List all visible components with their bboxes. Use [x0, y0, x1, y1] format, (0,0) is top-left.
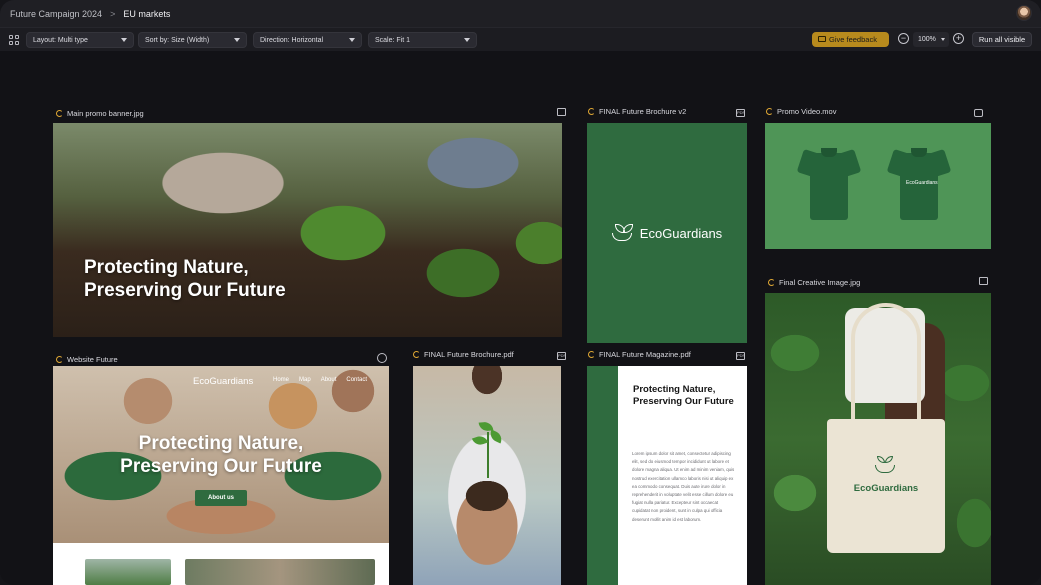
website-headline-line-1: Protecting Nature,: [138, 433, 304, 454]
status-progress-icon: [56, 356, 63, 363]
magazine-body-text: Lorem ipsum dolor sit amet, consectetur …: [632, 451, 735, 522]
asset-label-website[interactable]: Website Future: [56, 355, 118, 364]
website-brand: EcoGuardians: [171, 376, 253, 387]
asset-name: FINAL Future Brochure.pdf: [424, 350, 514, 359]
asset-name: Website Future: [67, 355, 118, 364]
zoom-in-button[interactable]: +: [953, 33, 964, 44]
asset-label-creative[interactable]: Final Creative Image.jpg: [768, 278, 860, 287]
direction-select[interactable]: Direction: Horizontal: [253, 32, 362, 48]
feedback-icon: [818, 36, 826, 42]
website-brand-name: EcoGuardians: [193, 376, 254, 387]
avatar[interactable]: [1016, 5, 1032, 21]
grid-view-icon[interactable]: [9, 35, 19, 45]
leaf-hand-icon: [611, 223, 634, 243]
website-headline: Protecting Nature, Preserving Our Future: [53, 432, 389, 478]
zoom-select[interactable]: 100%: [913, 32, 949, 47]
toolbar: Layout: Multi type Sort by: Size (Width)…: [0, 27, 1041, 51]
website-nav-contact: Contact: [346, 377, 368, 383]
website-nav: Home Map About Contact: [273, 377, 367, 383]
tote-brand-name: EcoGuardians: [853, 483, 919, 494]
website-nav-about: About: [320, 377, 337, 383]
scale-select[interactable]: Scale: Fit 1: [368, 32, 477, 48]
pdf-icon: PDF: [557, 352, 566, 360]
chevron-down-icon: [349, 38, 355, 42]
asset-website-preview[interactable]: EcoGuardians Home Map About Contact Prot…: [53, 366, 389, 585]
asset-video-preview[interactable]: EcoGuardians: [765, 123, 991, 249]
asset-brochure-pdf-preview[interactable]: [413, 366, 561, 585]
tote-bag: EcoGuardians: [827, 419, 945, 553]
website-thumbnail: [185, 559, 375, 585]
status-progress-icon: [588, 351, 595, 358]
website-nav-home: Home: [273, 377, 290, 383]
shirt-logo: EcoGuardians: [906, 180, 938, 186]
status-progress-icon: [766, 108, 773, 115]
video-camera-icon: [974, 109, 983, 117]
website-nav-map: Map: [299, 377, 311, 383]
image-icon: [979, 277, 988, 285]
give-feedback-button[interactable]: Give feedback: [812, 32, 889, 47]
asset-label-brochure-pdf[interactable]: FINAL Future Brochure.pdf: [413, 350, 514, 359]
banner-headline-line-2: Preserving Our Future: [84, 280, 286, 301]
leaf-hand-icon: [874, 455, 898, 477]
asset-name: Final Creative Image.jpg: [779, 278, 861, 287]
zoom-value: 100%: [918, 36, 936, 43]
layout-select[interactable]: Layout: Multi type: [26, 32, 134, 48]
website-headline-line-2: Preserving Our Future: [120, 456, 322, 477]
direction-select-label: Direction: Horizontal: [260, 36, 324, 44]
sort-select[interactable]: Sort by: Size (Width): [138, 32, 247, 48]
banner-headline-line-1: Protecting Nature,: [84, 257, 249, 278]
polo-shirt-back: [796, 145, 862, 220]
website-cta-button: About us: [195, 490, 247, 506]
chevron-down-icon: [464, 38, 470, 42]
breadcrumb-current[interactable]: EU markets: [123, 9, 170, 19]
pdf-icon: PDF: [736, 109, 745, 117]
tote-handle: [851, 303, 921, 433]
asset-name: FINAL Future Magazine.pdf: [599, 350, 691, 359]
globe-icon: [377, 353, 387, 363]
polo-shirt-front: EcoGuardians: [886, 145, 952, 220]
asset-label-magazine[interactable]: FINAL Future Magazine.pdf: [588, 350, 691, 359]
banner-headline: Protecting Nature, Preserving Our Future: [84, 256, 286, 302]
sprout-illustration: [471, 421, 505, 480]
breadcrumb-project[interactable]: Future Campaign 2024: [10, 9, 102, 19]
asset-name: FINAL Future Brochure v2: [599, 107, 687, 116]
pdf-icon: PDF: [736, 352, 745, 360]
give-feedback-label: Give feedback: [829, 35, 877, 44]
chevron-right-icon: >: [110, 8, 116, 19]
brand-logo: EcoGuardians: [611, 223, 723, 243]
app-window: Future Campaign 2024 > EU markets Layout…: [0, 0, 1041, 585]
brand-name: EcoGuardians: [639, 225, 723, 241]
asset-magazine-preview[interactable]: Protecting Nature, Preserving Our Future…: [587, 366, 747, 585]
status-progress-icon: [588, 108, 595, 115]
magazine-side-stripe: [587, 366, 618, 585]
asset-brochure-v2-preview[interactable]: EcoGuardians: [587, 123, 747, 343]
asset-name: Promo Video.mov: [777, 107, 837, 116]
status-progress-icon: [56, 110, 63, 117]
asset-name: Main promo banner.jpg: [67, 109, 144, 118]
website-thumbnail: [85, 559, 171, 585]
asset-creative-preview[interactable]: EcoGuardians: [765, 293, 991, 585]
website-hero: EcoGuardians Home Map About Contact Prot…: [53, 366, 389, 543]
zoom-out-button[interactable]: −: [898, 33, 909, 44]
sort-select-label: Sort by: Size (Width): [145, 36, 210, 44]
run-all-visible-button[interactable]: Run all visible: [972, 32, 1032, 47]
chevron-down-icon: [121, 38, 127, 42]
status-progress-icon: [413, 351, 420, 358]
asset-label-brochure-v2[interactable]: FINAL Future Brochure v2: [588, 107, 686, 116]
layout-select-label: Layout: Multi type: [33, 36, 88, 44]
magazine-title: Protecting Nature, Preserving Our Future: [633, 384, 734, 407]
scale-select-label: Scale: Fit 1: [375, 36, 411, 44]
breadcrumb: Future Campaign 2024 > EU markets: [0, 0, 1041, 27]
chevron-down-icon: [941, 38, 945, 41]
chevron-down-icon: [234, 38, 240, 42]
status-progress-icon: [768, 279, 775, 286]
asset-banner-preview[interactable]: Protecting Nature, Preserving Our Future: [53, 123, 562, 337]
image-icon: [557, 108, 566, 116]
asset-label-video[interactable]: Promo Video.mov: [766, 107, 836, 116]
asset-label-banner[interactable]: Main promo banner.jpg: [56, 109, 144, 118]
